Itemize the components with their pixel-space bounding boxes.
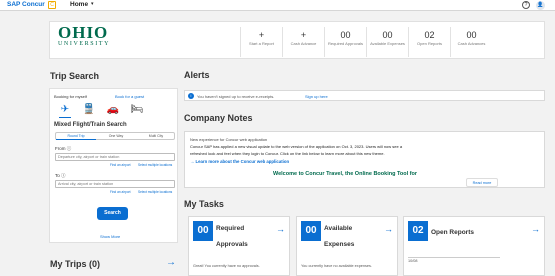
home-menu[interactable]: Home	[70, 1, 88, 8]
my-trips-title: My Trips (0)	[50, 259, 101, 269]
task-label: Open Reports	[431, 229, 474, 236]
hotel-icon[interactable]: 🛏	[130, 104, 144, 115]
segment-round-trip[interactable]: Round Trip	[56, 133, 96, 140]
trip-search-card: Booking for myself Book for a guest ✈ 🚆 …	[49, 88, 178, 243]
tile-start-report[interactable]: + Start a Report	[240, 27, 282, 57]
tile-label: Cash Advances	[457, 41, 486, 46]
sap-concur-logo[interactable]: SAP Concur	[7, 1, 45, 8]
notes-line: Concur SAP has applied a new visual upda…	[190, 144, 403, 149]
task-message: You currently have no available expenses…	[301, 264, 372, 268]
task-card-open-reports[interactable]: 02 Open Reports → 10/08	[403, 216, 545, 276]
segment-multi-city[interactable]: Multi City	[136, 133, 176, 140]
segment-one-way[interactable]: One Way	[96, 133, 136, 140]
to-label: To ⓘ	[55, 173, 66, 178]
arrow-right-icon[interactable]: →	[384, 224, 393, 234]
trip-type-selector: Round Trip One Way Multi City	[55, 132, 175, 140]
notes-line: refreshed look and feel when they login …	[190, 151, 385, 156]
car-icon[interactable]: 🚗	[106, 104, 120, 115]
report-date: 10/08	[408, 257, 500, 264]
task-card-required-approvals[interactable]: 00 Required Approvals → Great! You curre…	[188, 216, 290, 276]
learn-more-link[interactable]: → Learn more about the Concur web applic…	[190, 159, 289, 164]
select-locations-link[interactable]: Select multiple locations	[138, 163, 172, 167]
train-icon[interactable]: 🚆	[82, 104, 96, 115]
find-airport-link[interactable]: Find an airport	[110, 163, 131, 167]
alerts-title: Alerts	[184, 70, 210, 80]
select-locations-link[interactable]: Select multiple locations	[138, 190, 172, 194]
tile-value: 00	[466, 30, 477, 40]
task-label: Required	[216, 225, 245, 232]
learn-more-label: Learn more about the Concur web applicat…	[195, 159, 290, 164]
top-bar: SAP Concur C Home ▾ ? 👤	[0, 0, 555, 11]
tile-label: Available Expenses	[370, 41, 405, 46]
alert-message: You haven't signed up to receive e-recei…	[197, 94, 275, 99]
tile-cash-advance[interactable]: + Cash Advance	[282, 27, 324, 57]
header-card: OHIO UNIVERSITY + Start a Report + Cash …	[49, 21, 545, 59]
tile-required-approvals[interactable]: 00 Required Approvals	[324, 27, 366, 57]
booking-for-myself-option[interactable]: Booking for myself	[54, 94, 87, 99]
tile-label: Start a Report	[249, 41, 274, 46]
arrow-right-icon[interactable]: →	[166, 257, 176, 268]
tile-label: Open Reports	[417, 41, 442, 46]
active-mode-indicator	[59, 117, 71, 118]
my-tasks-title: My Tasks	[184, 199, 224, 209]
tile-label: Cash Advance	[290, 41, 317, 46]
flight-icon[interactable]: ✈	[58, 104, 72, 115]
trip-search-title: Trip Search	[50, 71, 100, 81]
task-label: Expenses	[324, 241, 355, 248]
book-for-guest-link[interactable]: Book for a guest	[115, 94, 144, 99]
arrow-right-icon[interactable]: →	[276, 224, 285, 234]
tile-value: 00	[382, 30, 393, 40]
from-label: From ⓘ	[55, 146, 72, 151]
user-avatar-icon[interactable]: 👤	[536, 1, 545, 10]
task-message: Great! You currently have no approvals.	[193, 264, 260, 268]
alert-bar: i You haven't signed up to receive e-rec…	[184, 90, 545, 101]
concur-logo-icon: C	[48, 1, 56, 9]
tile-value: +	[300, 30, 307, 40]
tile-cash-advances[interactable]: 00 Cash Advances	[450, 27, 492, 57]
company-notes-card: New experience for Concur web applicatio…	[184, 131, 545, 188]
notes-line-heading: New experience for Concur web applicatio…	[190, 137, 268, 142]
read-more-button[interactable]: Read more	[466, 178, 498, 187]
task-label: Approvals	[216, 241, 248, 248]
task-label: Available	[324, 225, 353, 232]
arrow-right-icon[interactable]: →	[531, 224, 540, 234]
search-button[interactable]: Search	[97, 207, 128, 220]
to-input[interactable]: Arrival city, airport or train station	[55, 180, 175, 188]
tile-value: 00	[340, 30, 351, 40]
chevron-down-icon[interactable]: ▾	[91, 1, 94, 7]
tile-label: Required Approvals	[328, 41, 363, 46]
sign-up-link[interactable]: Sign up here	[305, 94, 328, 99]
tile-value: 02	[424, 30, 435, 40]
ohio-logo-title: OHIO	[58, 23, 109, 42]
task-count: 02	[408, 221, 428, 241]
tile-open-reports[interactable]: 02 Open Reports	[408, 27, 450, 57]
info-icon: i	[188, 93, 194, 99]
company-notes-title: Company Notes	[184, 113, 253, 123]
show-more-link[interactable]: Show More	[100, 234, 120, 239]
task-card-available-expenses[interactable]: 00 Available Expenses → You currently ha…	[296, 216, 398, 276]
welcome-banner: Welcome to Concur Travel, the Online Boo…	[273, 171, 418, 177]
from-input[interactable]: Departure city, airport or train station	[55, 153, 175, 161]
tile-value: +	[258, 30, 265, 40]
mixed-search-heading: Mixed Flight/Train Search	[54, 122, 127, 128]
find-airport-link[interactable]: Find an airport	[110, 190, 131, 194]
help-icon[interactable]: ?	[522, 1, 530, 9]
tile-available-expenses[interactable]: 00 Available Expenses	[366, 27, 408, 57]
task-count: 00	[301, 221, 321, 241]
task-count: 00	[193, 221, 213, 241]
ohio-logo-subtitle: UNIVERSITY	[58, 41, 110, 47]
